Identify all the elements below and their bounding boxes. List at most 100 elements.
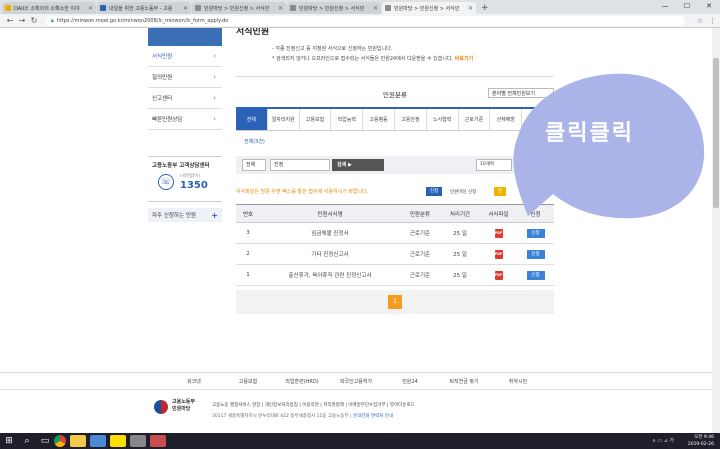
url-input[interactable]: 🔒︎ https://minwon.moel.go.kr/minwon2008/… xyxy=(46,15,685,26)
folder-icon[interactable] xyxy=(70,435,86,447)
frequent-forms-link[interactable]: 자주 신청하는 민원 + xyxy=(148,208,222,222)
close-tab-icon[interactable]: ✕ xyxy=(278,5,283,12)
sidebar-item-report[interactable]: 신고센터 › xyxy=(148,88,222,109)
chevron-right-icon: › xyxy=(213,94,216,102)
browser-tab[interactable]: 민원마당 > 민원신청 > 서식민 ✕ xyxy=(192,2,286,14)
favicon-icon xyxy=(100,5,106,11)
close-tab-icon[interactable]: ✕ xyxy=(88,5,93,12)
close-tab-icon[interactable]: ✕ xyxy=(468,5,473,12)
form-name[interactable]: 임금체불 진정서 xyxy=(260,222,400,244)
shortcut-link[interactable]: 바로가기 xyxy=(455,56,473,62)
media-icon[interactable] xyxy=(130,435,146,447)
apply-button[interactable]: 신청 xyxy=(526,249,545,259)
browser-tab-active[interactable]: 민원마당 > 민원신청 > 서식민 ✕ xyxy=(382,2,476,14)
chevron-right-icon: › xyxy=(213,115,216,123)
back-arrow-icon[interactable]: ← xyxy=(4,16,16,25)
close-tab-icon[interactable]: ✕ xyxy=(183,5,188,12)
favicon-icon xyxy=(290,5,296,11)
warning-text: 서식파일은 방문 우편 팩스를 통한 접수에 사용하시기 바랍니다. xyxy=(236,189,369,195)
tab-all[interactable]: 전체 xyxy=(236,109,268,130)
government-logo-icon xyxy=(154,400,168,414)
menu-icon[interactable]: ⋮ xyxy=(709,17,716,25)
footer-link[interactable]: 직업훈련(HRD) xyxy=(275,373,329,389)
footer-link[interactable]: 고용보험 xyxy=(221,373,275,389)
pdf-file-icon[interactable]: PDF xyxy=(494,228,503,238)
system-tray[interactable]: ∧ ▭ ⊿ 가 xyxy=(652,437,674,444)
pdf-file-icon[interactable]: PDF xyxy=(494,249,503,259)
sidebar-item-inquiry[interactable]: 질의민원 › xyxy=(148,67,222,88)
contact-link[interactable]: 문의전화 연락처 안내 xyxy=(353,414,393,419)
explorer-icon[interactable] xyxy=(90,435,106,447)
window-controls: — ☐ ✕ xyxy=(654,0,720,12)
sidebar-item-form[interactable]: 서식민원 › xyxy=(148,46,222,67)
maximize-button[interactable]: ☐ xyxy=(676,0,698,12)
footer-link[interactable]: 외국인고용허가 xyxy=(329,373,383,389)
col-name: 민원서식명 xyxy=(260,204,400,223)
os-taskbar: ⊞ ⌕ ▭ ∧ ▭ ⊿ 가 오전 9:46 2019-02-26 xyxy=(0,433,720,449)
browser-tabbar: DAILY: 소확이의 소확소한 이야 ✕ 내일을 위한 고용노동부 - 고용 ✕ … xyxy=(0,0,720,14)
sidebar: 서식민원 › 질의민원 › 신고센터 › 빠른민원상담 › 고용노동부 고객상담센터 ☏… xyxy=(148,28,222,222)
clock[interactable]: 오전 9:46 2019-02-26 xyxy=(688,434,714,448)
pagination: 1 xyxy=(236,290,554,314)
page-title: 서식민원 xyxy=(236,28,270,37)
apply-button[interactable]: 신청 xyxy=(526,270,545,280)
browser-tab[interactable]: DAILY: 소확이의 소확소한 이야 ✕ xyxy=(2,2,96,14)
footer-address: 30117 세종특별자치시 한누리대로 422 정부세종청사 11동 고용노동부… xyxy=(212,414,394,419)
arrow-right-icon: ▶ xyxy=(347,162,352,168)
address-bar: ← → ↻ 🔒︎ https://minwon.moel.go.kr/minwo… xyxy=(0,14,720,28)
sidebar-item-quick-consult[interactable]: 빠른민원상담 › xyxy=(148,109,222,130)
reload-icon[interactable]: ↻ xyxy=(28,16,40,25)
chevron-right-icon: › xyxy=(213,73,216,81)
page-size-select[interactable]: 10개씩 xyxy=(476,159,512,171)
star-icon[interactable]: ☆ xyxy=(697,17,703,25)
browser-tab[interactable]: 민원마당 > 민원신청 > 서식민 ✕ xyxy=(287,2,381,14)
close-tab-icon[interactable]: ✕ xyxy=(373,5,378,12)
chrome-icon[interactable] xyxy=(54,435,66,447)
tab-labor-cooperation[interactable]: 노사협력 xyxy=(427,109,459,130)
footer-link[interactable]: 취약시민 xyxy=(491,373,545,389)
search-button[interactable]: 검색 ▶ xyxy=(332,159,384,171)
phone-icon: ☏ xyxy=(158,174,174,190)
browser-tab[interactable]: 내일을 위한 고용노동부 - 고용 ✕ xyxy=(97,2,191,14)
sidebar-header xyxy=(148,28,222,46)
tab-job-support[interactable]: 일자리지원 xyxy=(268,109,300,130)
minimize-button[interactable]: — xyxy=(654,0,676,12)
tab-stability[interactable]: 고용안정 xyxy=(395,109,427,130)
footer-link[interactable]: 퇴직연금 찾기 xyxy=(437,373,491,389)
tab-employment-insurance[interactable]: 고용보험 xyxy=(300,109,332,130)
search-icon[interactable]: ⌕ xyxy=(18,436,36,446)
tab-equality[interactable]: 고용평등 xyxy=(363,109,395,130)
tab-vocational[interactable]: 직업능력 xyxy=(331,109,364,130)
pdf-file-icon[interactable]: PDF xyxy=(494,270,503,280)
app-icon[interactable] xyxy=(150,435,166,447)
forward-arrow-icon[interactable]: → xyxy=(16,16,28,25)
scrollbar-thumb[interactable] xyxy=(713,58,719,208)
table-row: 3 임금체불 진정서 근로기준 25 일 PDF 신청 xyxy=(236,222,554,244)
form-name[interactable]: 기타 진정신고서 xyxy=(260,243,400,265)
apply-button[interactable]: 신청 xyxy=(526,228,545,238)
footer-links: 워크넷 고용보험 직업훈련(HRD) 외국인고용허가 민원24 퇴직연금 찾기 … xyxy=(0,372,712,390)
new-tab-button[interactable]: + xyxy=(481,2,489,14)
search-scope-select[interactable]: 전체 xyxy=(242,159,266,171)
task-view-icon[interactable]: ▭ xyxy=(36,436,54,446)
lock-icon: 🔒︎ xyxy=(51,17,54,24)
page-button-current[interactable]: 1 xyxy=(388,295,402,309)
footer-policy-links[interactable]: 고용노동 행정서비스 현장 | 개인정보처리방침 | 이용약관 | 저작권정책 … xyxy=(212,402,415,408)
footer-logo-text: 고용노동부 민원마당 xyxy=(172,399,196,412)
close-window-button[interactable]: ✕ xyxy=(698,0,720,12)
col-category: 민원분류 xyxy=(400,204,440,223)
subtab-all-count[interactable]: 전체(3건) xyxy=(244,138,265,145)
footer-link[interactable]: 워크넷 xyxy=(167,373,221,389)
callcenter-sub: (국번없이) xyxy=(180,174,201,179)
kakaotalk-icon[interactable] xyxy=(110,435,126,447)
windows-start-icon[interactable]: ⊞ xyxy=(0,436,18,446)
search-row: 전체 진정 검색 ▶ 10개씩 xyxy=(236,156,554,174)
tab-labor-standards[interactable]: 근로기준 xyxy=(459,109,491,130)
search-input[interactable]: 진정 xyxy=(270,159,330,171)
footer-link[interactable]: 민원24 xyxy=(383,373,437,389)
apply-legend-text: 민원마당 신청 xyxy=(450,190,477,195)
favicon-icon xyxy=(385,5,391,11)
favicon-icon xyxy=(5,5,11,11)
form-name[interactable]: 출산휴가, 육아휴직 관련 진정신고서 xyxy=(260,264,400,286)
favicon-icon xyxy=(195,5,201,11)
